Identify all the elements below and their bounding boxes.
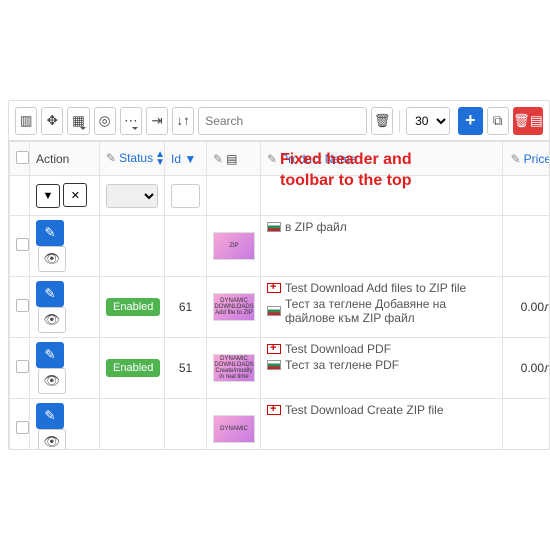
trash-search-button[interactable]: 🗑 bbox=[371, 107, 393, 135]
target-button[interactable]: ◎ bbox=[94, 107, 116, 135]
flag-bg-icon bbox=[267, 360, 281, 370]
view-button[interactable]: 👁 bbox=[38, 429, 66, 450]
expand-button[interactable]: ✥ bbox=[41, 107, 63, 135]
flag-en-icon bbox=[267, 344, 281, 354]
view-button[interactable]: 👁 bbox=[38, 307, 66, 333]
product-thumb: DYNAMIC DOWNLOADS Create/modify in real … bbox=[213, 354, 255, 382]
row-checkbox[interactable] bbox=[16, 421, 29, 434]
toggle-columns-button[interactable]: ▥ bbox=[15, 107, 37, 135]
filter-id-input[interactable] bbox=[171, 184, 200, 208]
row-checkbox[interactable] bbox=[16, 360, 29, 373]
indent-button[interactable]: ⇥ bbox=[146, 107, 168, 135]
pencil-icon: ✎ bbox=[106, 151, 116, 165]
add-button[interactable]: + bbox=[458, 107, 483, 135]
copy-button[interactable]: ⧉ bbox=[487, 107, 509, 135]
delete-button[interactable]: 🗑▤ bbox=[513, 107, 543, 135]
price-cell bbox=[503, 399, 550, 451]
edit-button[interactable]: ✎ bbox=[36, 403, 64, 429]
col-status[interactable]: ✎Status▲▼ bbox=[100, 142, 165, 176]
price-cell: 0.00л bbox=[503, 338, 550, 399]
pencil-icon: ✎ bbox=[267, 152, 277, 166]
search-input[interactable] bbox=[198, 107, 367, 135]
select-all-checkbox[interactable] bbox=[16, 151, 29, 164]
col-image[interactable]: ✎▤ bbox=[207, 142, 261, 176]
data-table: Action ✎Status▲▼ Id ▼ ✎▤ ✎Product Name ✎… bbox=[9, 141, 550, 450]
pencil-icon: ✎ bbox=[511, 152, 521, 166]
filter-apply-button[interactable]: ▼ bbox=[36, 184, 60, 208]
more-menu-button[interactable]: ⋯ bbox=[120, 107, 142, 135]
product-thumb: DYNAMIC bbox=[213, 415, 255, 443]
id-cell bbox=[165, 216, 207, 277]
filter-row: ▼ ✕ bbox=[10, 176, 550, 216]
price-cell bbox=[503, 216, 550, 277]
toolbar: ▥ ✥ ▦ ◎ ⋯ ⇥ ↓↑ 🗑 30 + ⧉ 🗑▤ bbox=[9, 101, 549, 141]
name-cell: Test Download Add files to ZIP file Тест… bbox=[261, 277, 503, 338]
row-checkbox[interactable] bbox=[16, 299, 29, 312]
sort-button[interactable]: ↓↑ bbox=[172, 107, 194, 135]
flag-bg-icon bbox=[267, 306, 281, 316]
id-cell: 61 bbox=[165, 277, 207, 338]
product-thumb: ZIP bbox=[213, 232, 255, 260]
col-price[interactable]: ✎Price bbox=[503, 142, 550, 176]
flag-en-icon bbox=[267, 283, 281, 293]
filter-clear-button[interactable]: ✕ bbox=[63, 183, 87, 207]
pencil-icon: ✎ bbox=[213, 152, 223, 166]
status-badge: Enabled bbox=[106, 359, 160, 377]
flag-en-icon bbox=[267, 405, 281, 415]
view-button[interactable]: 👁 bbox=[38, 368, 66, 394]
filter-status-select[interactable] bbox=[106, 184, 158, 208]
col-checkbox bbox=[10, 142, 30, 176]
edit-button[interactable]: ✎ bbox=[36, 281, 64, 307]
name-cell: Test Download PDF Тест за теглене PDF bbox=[261, 338, 503, 399]
edit-button[interactable]: ✎ bbox=[36, 220, 64, 246]
status-badge: Enabled bbox=[106, 298, 160, 316]
product-thumb: DYNAMIC DOWNLOADS Add file to ZIP bbox=[213, 293, 255, 321]
name-cell: в ZIP файл bbox=[261, 216, 503, 277]
col-action: Action bbox=[30, 142, 100, 176]
price-cell: 0.00л bbox=[503, 277, 550, 338]
id-cell: 51 bbox=[165, 338, 207, 399]
grid-menu-button[interactable]: ▦ bbox=[67, 107, 89, 135]
view-button[interactable]: 👁 bbox=[38, 246, 66, 272]
table-row: ✎👁 Enabled 61 DYNAMIC DOWNLOADS Add file… bbox=[10, 277, 550, 338]
sort-icon: ▲▼ bbox=[155, 151, 165, 167]
table-row: ✎👁 ZIP в ZIP файл bbox=[10, 216, 550, 277]
page-size-select[interactable]: 30 bbox=[406, 107, 450, 135]
id-cell bbox=[165, 399, 207, 451]
separator bbox=[399, 110, 400, 132]
name-cell: Test Download Create ZIP file bbox=[261, 399, 503, 451]
col-name[interactable]: ✎Product Name bbox=[261, 142, 503, 176]
row-checkbox[interactable] bbox=[16, 238, 29, 251]
flag-bg-icon bbox=[267, 222, 281, 232]
col-id[interactable]: Id ▼ bbox=[165, 142, 207, 176]
table-row: ✎👁 DYNAMIC Test Download Create ZIP file bbox=[10, 399, 550, 451]
table-row: ✎👁 Enabled 51 DYNAMIC DOWNLOADS Create/m… bbox=[10, 338, 550, 399]
edit-button[interactable]: ✎ bbox=[36, 342, 64, 368]
